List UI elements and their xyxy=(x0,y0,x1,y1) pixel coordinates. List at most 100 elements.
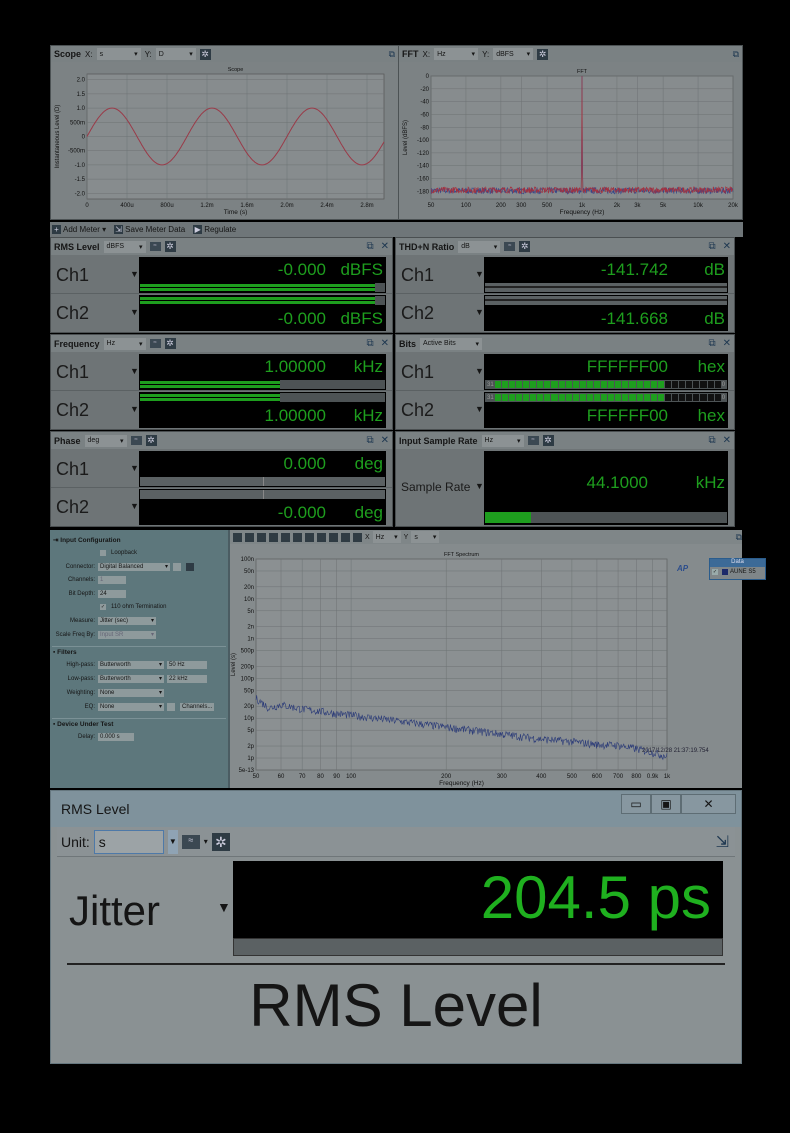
gear-icon[interactable]: ✲ xyxy=(164,241,176,252)
meter-display: -0.000 deg xyxy=(139,489,386,525)
add-meter-button[interactable]: + Add Meter ▾ xyxy=(52,225,106,234)
bit-segment xyxy=(679,394,686,401)
restore-button[interactable]: ▣ xyxy=(651,794,681,814)
table-icon[interactable] xyxy=(317,532,326,542)
channel-dropdown-arrow[interactable]: ▼ xyxy=(475,404,484,414)
connector-select[interactable]: Digital Balanced xyxy=(98,562,170,571)
popout-icon[interactable]: ⧉ xyxy=(733,49,739,60)
popout-icon[interactable]: ⧉ xyxy=(708,241,715,252)
graph-icon[interactable]: ≈ xyxy=(181,834,200,849)
regulate-button[interactable]: ▶ Regulate xyxy=(193,225,236,234)
gear-icon[interactable] xyxy=(353,532,362,542)
close-icon[interactable]: ✕ xyxy=(381,435,389,446)
legend-item[interactable]: ✓ AUNE S5 xyxy=(710,567,765,577)
zoom-fit-icon[interactable] xyxy=(281,532,290,542)
analysis-icon[interactable] xyxy=(341,532,350,542)
unit-select[interactable]: dB xyxy=(458,240,501,253)
gear-icon[interactable]: ✲ xyxy=(145,435,157,446)
settings-icon[interactable] xyxy=(173,562,181,571)
minimize-button[interactable]: ▭ xyxy=(621,794,651,814)
weighting-select[interactable]: None xyxy=(98,688,164,697)
channel-dropdown-arrow[interactable]: ▼ xyxy=(475,481,484,491)
graph-icon[interactable]: ≈ xyxy=(504,242,516,251)
unit-select[interactable]: Active Bits xyxy=(420,337,483,350)
unit-select[interactable]: dBFS xyxy=(103,240,146,253)
graph-icon[interactable]: ≈ xyxy=(149,242,161,251)
popout-icon[interactable]: ⧉ xyxy=(736,532,742,543)
popout-icon[interactable]: ⧉ xyxy=(389,49,395,60)
zoom-out-icon[interactable] xyxy=(293,532,302,542)
graph-icon[interactable]: ≈ xyxy=(527,436,539,445)
popout-icon[interactable]: ⧉ xyxy=(708,435,715,446)
termination-checkbox[interactable]: ✓ 110 ohm Termination xyxy=(100,602,166,611)
close-icon[interactable]: ✕ xyxy=(723,241,731,252)
gear-icon[interactable]: ✲ xyxy=(537,48,549,60)
highpass-select[interactable]: Butterworth xyxy=(98,660,164,669)
close-button[interactable]: ✕ xyxy=(681,794,736,814)
save-meter-data-button[interactable]: ⇲ Save Meter Data xyxy=(114,225,185,234)
chevron-down-icon[interactable]: ▾ xyxy=(204,837,208,846)
connector-icon[interactable] xyxy=(186,562,194,571)
channel-dropdown-arrow[interactable]: ▼ xyxy=(217,899,231,915)
channel-dropdown-arrow[interactable]: ▼ xyxy=(130,463,139,473)
channel-dropdown-arrow[interactable]: ▼ xyxy=(130,307,139,317)
measure-select[interactable]: Jitter (sec) xyxy=(98,616,156,625)
bit-depth-stepper[interactable]: 24 xyxy=(98,589,126,598)
channel-dropdown-arrow[interactable]: ▼ xyxy=(130,269,139,279)
legend-icon[interactable] xyxy=(329,532,338,542)
delay-input[interactable]: 0.000 s xyxy=(98,732,134,741)
gear-icon[interactable]: ✲ xyxy=(211,832,230,851)
unit-select[interactable]: Hz xyxy=(481,434,524,447)
highpass-frequency-input[interactable]: 50 Hz xyxy=(167,660,207,669)
graph-icon[interactable]: ≈ xyxy=(130,436,142,445)
chevron-down-icon[interactable]: ▼ xyxy=(167,829,178,854)
popout-icon[interactable]: ⧉ xyxy=(366,338,373,349)
print-icon[interactable] xyxy=(257,532,266,542)
loopback-checkbox[interactable]: Loopback xyxy=(100,548,137,557)
unit-select[interactable]: s xyxy=(93,829,164,854)
popout-icon[interactable]: ⧉ xyxy=(366,241,373,252)
channel-dropdown-arrow[interactable]: ▼ xyxy=(130,501,139,511)
channel-dropdown-arrow[interactable]: ▼ xyxy=(130,366,139,376)
channel-dropdown-arrow[interactable]: ▼ xyxy=(130,404,139,414)
channel-dropdown-arrow[interactable]: ▼ xyxy=(475,366,484,376)
eq-select[interactable]: None xyxy=(98,702,164,711)
popout-icon[interactable]: ⧉ xyxy=(708,338,715,349)
unit-select[interactable]: Hz xyxy=(103,337,146,350)
graph-tool-icon[interactable] xyxy=(245,532,254,542)
divider xyxy=(67,963,725,965)
channels-stepper[interactable]: 1 xyxy=(98,575,126,584)
dut-heading[interactable]: ▪ Device Under Test xyxy=(53,721,113,728)
channels-button[interactable]: Channels... xyxy=(180,702,214,711)
x-unit-select[interactable]: Hz xyxy=(434,48,479,60)
close-icon[interactable]: ✕ xyxy=(723,435,731,446)
cursor-icon[interactable] xyxy=(305,532,314,542)
input-configuration-heading[interactable]: ⇥ Input Configuration xyxy=(53,536,121,544)
gear-icon[interactable]: ✲ xyxy=(519,241,531,252)
channel-dropdown-arrow[interactable]: ▼ xyxy=(475,269,484,279)
check-icon[interactable]: ✓ xyxy=(712,569,718,575)
x-unit-select[interactable]: Hz xyxy=(372,531,401,543)
close-icon[interactable]: ✕ xyxy=(381,338,389,349)
x-unit-select[interactable]: s xyxy=(96,48,141,60)
filters-heading[interactable]: ▪ Filters xyxy=(53,649,77,656)
eq-settings-icon[interactable] xyxy=(167,702,175,711)
lowpass-select[interactable]: Butterworth xyxy=(98,674,164,683)
close-icon[interactable]: ✕ xyxy=(723,338,731,349)
gear-icon[interactable]: ✲ xyxy=(164,338,176,349)
zoom-icon[interactable] xyxy=(269,532,278,542)
channel-dropdown-arrow[interactable]: ▼ xyxy=(475,307,484,317)
unit-select[interactable]: deg xyxy=(84,434,127,447)
gear-icon[interactable]: ✲ xyxy=(542,435,554,446)
gear-icon[interactable]: ✲ xyxy=(199,48,211,60)
close-icon[interactable]: ✕ xyxy=(381,241,389,252)
scale-freq-select[interactable]: Input SR xyxy=(98,630,156,639)
lowpass-frequency-input[interactable]: 22 kHz xyxy=(167,674,207,683)
y-unit-select[interactable]: dBFS xyxy=(493,48,534,60)
graph-icon[interactable]: ≈ xyxy=(149,339,161,348)
dock-icon[interactable]: ⇲ xyxy=(716,832,729,852)
popout-icon[interactable]: ⧉ xyxy=(366,435,373,446)
graph-tool-icon[interactable] xyxy=(233,532,242,542)
y-unit-select[interactable]: D xyxy=(155,48,196,60)
y-unit-select[interactable]: s xyxy=(411,531,440,543)
